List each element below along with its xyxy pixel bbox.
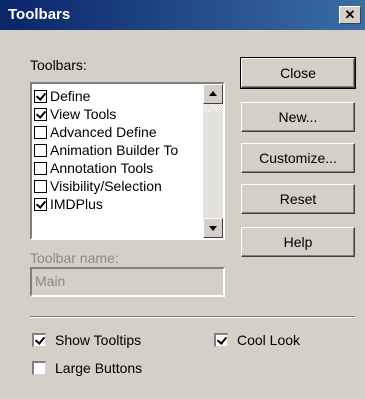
show-tooltips-option[interactable]: Show Tooltips	[32, 332, 141, 348]
toolbar-item-label: IMDPlus	[50, 196, 103, 212]
toolbar-item-label: Visibility/Selection	[50, 178, 162, 194]
toolbar-checkbox[interactable]	[34, 143, 47, 157]
toolbar-checkbox[interactable]	[34, 125, 47, 139]
cool-look-checkbox[interactable]	[214, 333, 228, 347]
toolbars-label: Toolbars:	[30, 57, 87, 73]
toolbar-checkbox[interactable]	[34, 179, 47, 193]
list-scrollbar[interactable]	[203, 84, 223, 238]
title-bar: Toolbars ✕	[0, 0, 365, 30]
scroll-thumb[interactable]	[203, 104, 223, 112]
show-tooltips-label: Show Tooltips	[55, 332, 142, 348]
toolbar-item-label: Annotation Tools	[50, 160, 154, 176]
toolbar-item-label: View Tools	[50, 106, 117, 122]
help-button[interactable]: Help	[241, 227, 355, 257]
window-title: Toolbars	[8, 6, 71, 23]
show-tooltips-checkbox[interactable]	[32, 333, 46, 347]
toolbar-checkbox[interactable]	[34, 107, 47, 121]
list-item[interactable]: View Tools	[34, 105, 201, 123]
list-item[interactable]: IMDPlus	[34, 195, 201, 213]
toolbar-item-label: Advanced Define	[50, 124, 157, 140]
separator	[30, 316, 355, 318]
chevron-down-icon	[209, 226, 217, 231]
list-item[interactable]: Advanced Define	[34, 123, 201, 141]
close-button[interactable]: Close	[240, 57, 356, 89]
large-buttons-option[interactable]: Large Buttons	[32, 360, 142, 376]
large-buttons-label: Large Buttons	[55, 360, 143, 376]
list-item[interactable]: Define	[34, 87, 201, 105]
toolbar-checkbox[interactable]	[34, 197, 47, 211]
toolbar-name-field[interactable]: Main	[30, 267, 225, 297]
reset-button[interactable]: Reset	[241, 184, 355, 214]
list-item[interactable]: Animation Builder To	[34, 141, 201, 159]
cool-look-label: Cool Look	[237, 332, 301, 348]
list-item[interactable]: Visibility/Selection	[34, 177, 201, 195]
scroll-up-button[interactable]	[203, 84, 223, 104]
toolbar-checkbox[interactable]	[34, 89, 47, 103]
scroll-down-button[interactable]	[203, 218, 223, 238]
toolbar-item-label: Animation Builder To	[50, 142, 179, 158]
toolbar-checkbox[interactable]	[34, 161, 47, 175]
close-icon[interactable]: ✕	[339, 6, 361, 24]
customize-button[interactable]: Customize...	[241, 143, 355, 173]
toolbars-list: Define View Tools Advanced Define Animation…	[34, 87, 201, 213]
list-item[interactable]: Annotation Tools	[34, 159, 201, 177]
chevron-up-icon	[209, 91, 217, 96]
cool-look-option[interactable]: Cool Look	[214, 332, 300, 348]
toolbar-name-label: Toolbar name:	[30, 250, 119, 266]
new-button[interactable]: New...	[241, 102, 355, 132]
toolbars-listbox[interactable]: Define View Tools Advanced Define Animation…	[30, 82, 225, 240]
toolbar-item-label: Define	[50, 88, 91, 104]
large-buttons-checkbox[interactable]	[32, 361, 46, 375]
